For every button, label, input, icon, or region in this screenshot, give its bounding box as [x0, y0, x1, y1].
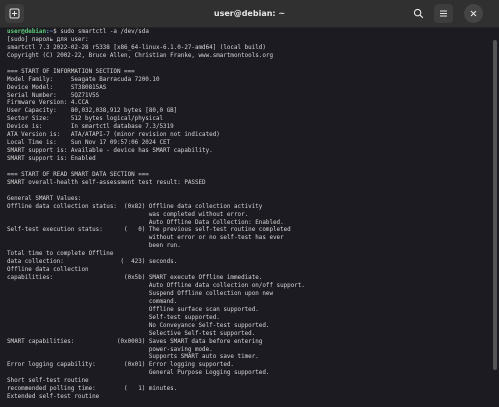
output-line: Auto Offline data collection on/off supp… [7, 283, 305, 289]
prompt-command: sudo smartctl -a /dev/sda [60, 29, 149, 35]
output-line: SMART overall-health self-assessment tes… [7, 179, 206, 186]
output-line: capabilities: (0x5b) SMART execute Offli… [7, 275, 263, 282]
output-line [7, 61, 489, 69]
titlebar[interactable]: user@debian: ~ [0, 0, 499, 28]
output-line: Device is: In smartctl database 7.3/5319 [7, 124, 174, 131]
output-line: power-saving mode. [7, 346, 213, 353]
output-line [7, 164, 489, 172]
menu-button[interactable] [434, 4, 453, 23]
output-line: Auto Offline Data Collection: Enabled. [7, 219, 284, 226]
output-line: === START OF READ SMART DATA SECTION === [7, 171, 149, 178]
output-line: Offline data collection [7, 267, 89, 274]
output-line: User Capacity: 80,032,038,912 bytes [80,… [7, 108, 178, 115]
output-line: Sector Size: 512 bytes logical/physical [7, 116, 164, 123]
close-icon [470, 10, 477, 17]
output-line: Offline data collection status: (0x82) O… [7, 203, 263, 210]
output-line: General SMART Values: [7, 195, 82, 202]
output-line: Local Time is: Sun Nov 17 09:57:06 2024 … [7, 140, 171, 147]
output-line: Extended self-test routine [7, 394, 100, 401]
output-line: Self-test execution status: ( 0) The pre… [7, 227, 291, 234]
output-line: General Purpose Logging supported. [7, 370, 270, 377]
output-line: Offline surface scan supported. [7, 306, 259, 313]
search-icon [413, 8, 424, 19]
output-line: data collection: ( 423) seconds. [7, 259, 178, 266]
command-prompt-line: user@debian:~$ sudo smartctl -a /dev/sda [7, 29, 489, 37]
output-line: command. [7, 298, 178, 305]
output-line: Serial Number: 5QZ71V5S [7, 92, 100, 99]
output-line: Self-test supported. [7, 314, 220, 321]
output-line: Device Model: ST380815AS [7, 84, 107, 91]
output-line: was completed without error. [7, 211, 249, 218]
output-line: smartctl 7.3 2022-02-28 r5338 [x86_64-li… [7, 44, 266, 51]
prompt-user-host: user@debian [7, 29, 47, 35]
output-line: No Conveyance Self-test supported. [7, 322, 270, 329]
output-line: SMART support is: Available - device has… [7, 148, 213, 155]
output-line [7, 188, 489, 196]
output-line: SMART capabilities: (0x0003) Saves SMART… [7, 338, 263, 345]
terminal-output[interactable]: user@debian:~$ sudo smartctl -a /dev/sda… [0, 28, 489, 407]
output-line: Short self-test routine [7, 378, 89, 385]
output-line: Model Family: Seagate Barracuda 7200.10 [7, 76, 160, 83]
output-line: [sudo] пароль для user: [7, 36, 89, 43]
output-line: Error logging capability: (0x01) Error l… [7, 362, 234, 369]
output-line: SMART support is: Enabled [7, 156, 96, 162]
output-line: ATA Version is: ATA/ATAPI-7 (minor revis… [7, 132, 220, 139]
output-block: [sudo] пароль для user: smartctl 7.3 2022… [7, 37, 489, 402]
output-line: Supports SMART auto save timer. [7, 354, 259, 361]
output-line: Selective Self-test supported. [7, 330, 256, 337]
output-line: Total time to complete Offline [7, 251, 114, 258]
output-line: Suspend Offline collection upon new [7, 290, 273, 297]
terminal-window: user@debian: ~ user@debian:~$ sudo smart… [0, 0, 499, 407]
output-line: recommended polling time: ( 1) minutes. [7, 386, 178, 393]
output-line: without error or no self-test has ever [7, 235, 284, 242]
close-button[interactable] [464, 4, 483, 23]
output-line: Firmware Version: 4.CCA [7, 100, 89, 107]
search-button[interactable] [409, 4, 428, 23]
output-line: Copyright (C) 2002-22, Bruce Allen, Chri… [7, 52, 273, 59]
output-line: been run. [7, 243, 181, 250]
scrollbar-thumb[interactable] [493, 40, 497, 370]
output-line: === START OF INFORMATION SECTION === [7, 68, 135, 75]
hamburger-menu-icon [440, 10, 447, 17]
